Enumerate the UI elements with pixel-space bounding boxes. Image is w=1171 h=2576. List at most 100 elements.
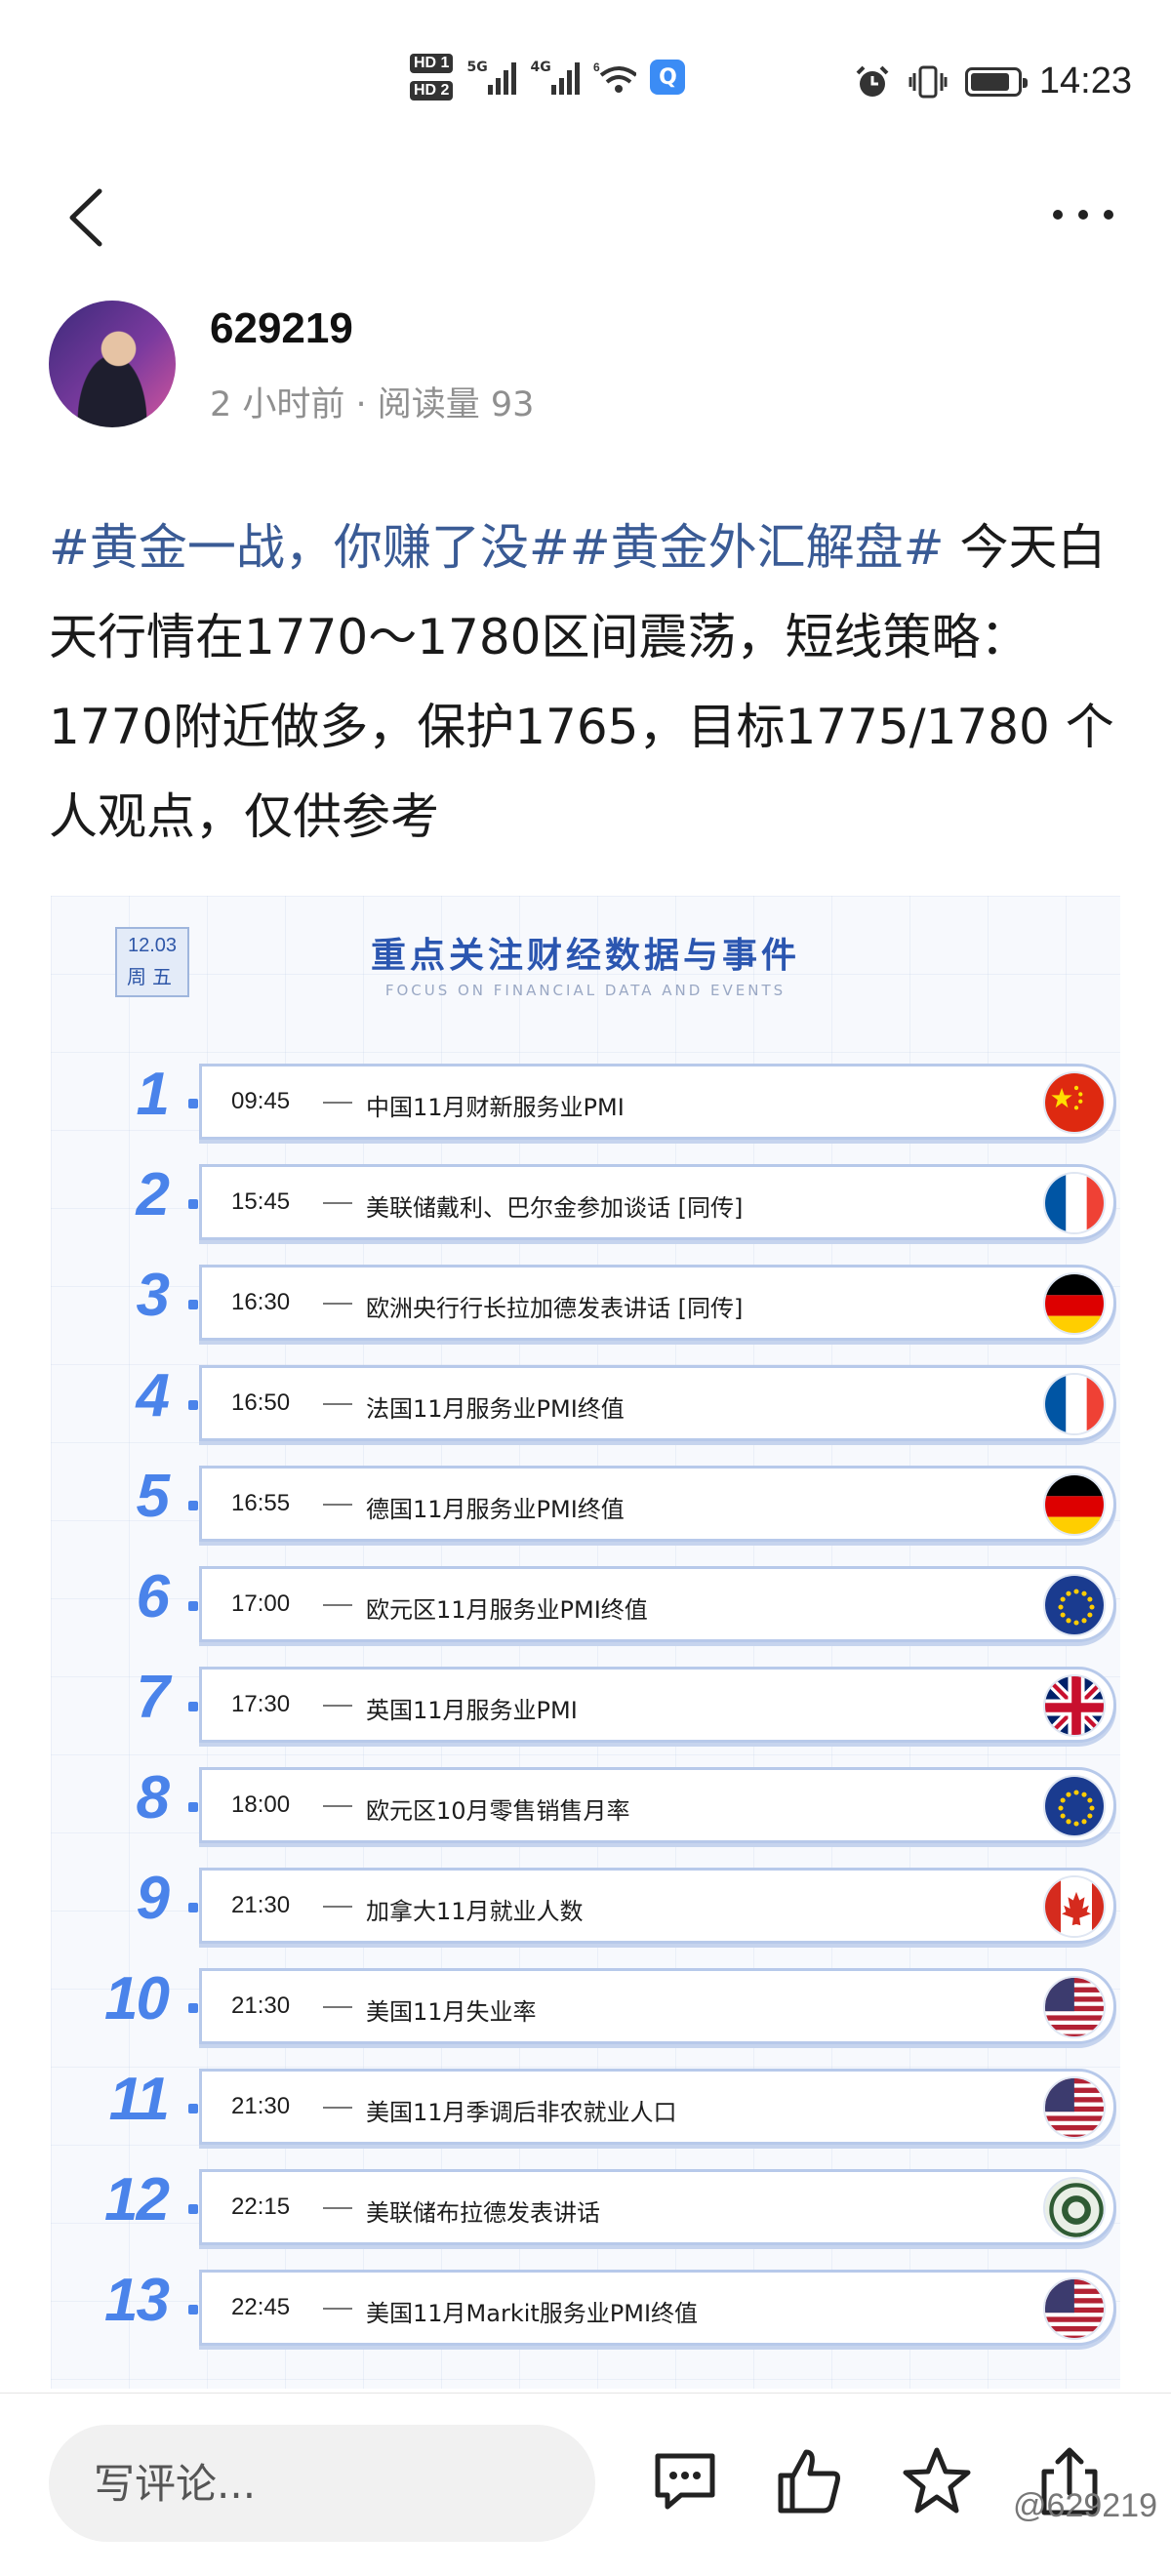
- dot-icon: [1104, 210, 1113, 220]
- event-row: 8 18:00 欧元区10月零售销售月率: [51, 1755, 1120, 1853]
- event-card: 22:45 美国11月Markit服务业PMI终值: [188, 2270, 1116, 2346]
- infographic-subtitle: FOCUS ON FINANCIAL DATA AND EVENTS: [384, 982, 787, 999]
- event-title: 法国11月服务业PMI终值: [366, 1395, 625, 1423]
- post-hashtags[interactable]: #黄金一战，你赚了没##黄金外汇解盘#: [49, 519, 945, 576]
- dash-divider: [323, 2207, 352, 2209]
- status-right-icons: 14:23: [854, 60, 1132, 102]
- comment-icon[interactable]: [646, 2442, 724, 2520]
- event-row: 9 21:30 加拿大11月就业人数: [51, 1856, 1120, 1953]
- battery-icon: [964, 66, 1028, 97]
- infographic-title: 重点关注财经数据与事件: [370, 936, 800, 976]
- event-number: 3: [136, 1262, 170, 1329]
- post-meta: 2 小时前 · 阅读量 93: [210, 385, 535, 424]
- event-card: 21:30 美国11月失业率: [188, 1968, 1116, 2044]
- event-number: 11: [108, 2066, 170, 2133]
- event-time: 22:45: [231, 2294, 291, 2320]
- dash-divider: [323, 2107, 352, 2109]
- dot-icon: [1053, 210, 1063, 220]
- event-number: 13: [104, 2267, 170, 2334]
- dash-divider: [323, 1705, 352, 1707]
- event-number: 1: [136, 1061, 170, 1128]
- event-time: 16:55: [231, 1490, 291, 1516]
- hd1-label: HD 1: [410, 54, 454, 73]
- event-row: 4 16:50 法国11月服务业PMI终值: [51, 1353, 1120, 1451]
- germany-flag-icon: [1043, 1473, 1106, 1536]
- event-row: 2 15:45 美联储戴利、巴尔金参加谈话 [同传]: [51, 1152, 1120, 1250]
- dash-divider: [323, 1303, 352, 1305]
- event-card: 16:30 欧洲央行行长拉加德发表讲话 [同传]: [188, 1265, 1116, 1341]
- event-title: 德国11月服务业PMI终值: [366, 1496, 625, 1523]
- event-time: 17:30: [231, 1691, 291, 1717]
- event-card: 22:15 美联储布拉德发表讲话: [188, 2169, 1116, 2245]
- event-card: 21:30 加拿大11月就业人数: [188, 1868, 1116, 1944]
- dash-divider: [323, 1403, 352, 1405]
- event-number: 9: [136, 1865, 170, 1932]
- author-avatar[interactable]: [49, 301, 176, 427]
- event-title: 美联储布拉德发表讲话: [366, 2199, 600, 2227]
- author-name[interactable]: 629219: [210, 304, 353, 353]
- wifi-badge-label: 6: [593, 60, 600, 74]
- net-type-label: 4G: [530, 60, 551, 75]
- star-icon[interactable]: [898, 2442, 976, 2520]
- fed-seal-icon: [1043, 2177, 1106, 2239]
- event-title: 中国11月财新服务业PMI: [366, 1094, 625, 1121]
- usa-flag-icon: [1043, 2277, 1106, 2340]
- event-time: 21:30: [231, 1892, 291, 1918]
- event-row: 12 22:15 美联储布拉德发表讲话: [51, 2157, 1120, 2255]
- back-button[interactable]: [59, 183, 117, 252]
- vibrate-icon: [909, 65, 948, 98]
- app-notification-icon: Q: [650, 60, 686, 95]
- comment-input[interactable]: [49, 2425, 595, 2542]
- event-time: 21:30: [231, 2093, 291, 2119]
- germany-flag-icon: [1043, 1272, 1106, 1335]
- event-row: 11 21:30 美国11月季调后非农就业人口: [51, 2057, 1120, 2154]
- back-arrow-icon: [69, 188, 102, 247]
- dash-divider: [323, 1202, 352, 1204]
- event-row: 10 21:30 美国11月失业率: [51, 1956, 1120, 2054]
- event-time: 18:00: [231, 1791, 291, 1818]
- china-flag-icon: [1043, 1071, 1106, 1134]
- dash-divider: [323, 1805, 352, 1807]
- event-number: 10: [104, 1965, 170, 2033]
- event-row: 6 17:00 欧元区11月服务业PMI终值: [51, 1554, 1120, 1652]
- event-card: 16:55 德国11月服务业PMI终值: [188, 1466, 1116, 1542]
- event-number: 12: [104, 2166, 170, 2234]
- battery-level: [970, 72, 1009, 91]
- dash-divider: [323, 1604, 352, 1606]
- watermark: @629219: [1013, 2487, 1157, 2524]
- event-time: 16:30: [231, 1289, 291, 1315]
- dash-divider: [323, 2308, 352, 2310]
- status-left-icons: HD 1 HD 2 5G 4G 6 Q: [410, 54, 686, 101]
- event-number: 4: [136, 1362, 170, 1429]
- usa-flag-icon: [1043, 1976, 1106, 2038]
- canada-flag-icon: [1043, 1875, 1106, 1938]
- post-image[interactable]: 12.03 周五 重点关注财经数据与事件 FOCUS ON FINANCIAL …: [51, 896, 1120, 2389]
- net-type-label: 5G: [466, 60, 488, 75]
- event-time: 16:50: [231, 1389, 291, 1416]
- uk-flag-icon: [1043, 1674, 1106, 1737]
- status-time: 14:23: [1038, 60, 1132, 101]
- eu-flag-icon: [1043, 1775, 1106, 1837]
- hd-indicator-icon: HD 1 HD 2: [410, 54, 454, 101]
- event-time: 21:30: [231, 1992, 291, 2019]
- usa-flag-icon: [1043, 2076, 1106, 2139]
- event-number: 5: [136, 1463, 170, 1530]
- event-row: 1 09:45 中国11月财新服务业PMI: [51, 1052, 1120, 1149]
- post-detail-page: HD 1 HD 2 5G 4G 6 Q 14:23 629219 2 小时前 ·…: [0, 0, 1171, 2576]
- status-bar: HD 1 HD 2 5G 4G 6 Q 14:23: [0, 0, 1171, 156]
- eu-flag-icon: [1043, 1574, 1106, 1636]
- more-options-button[interactable]: [1044, 195, 1122, 234]
- dash-divider: [323, 1906, 352, 1908]
- event-row: 5 16:55 德国11月服务业PMI终值: [51, 1454, 1120, 1551]
- event-card: 15:45 美联储戴利、巴尔金参加谈话 [同传]: [188, 1164, 1116, 1240]
- event-card: 18:00 欧元区10月零售销售月率: [188, 1767, 1116, 1843]
- dot-icon: [1078, 210, 1088, 220]
- event-title: 欧洲央行行长拉加德发表讲话 [同传]: [366, 1295, 744, 1322]
- event-time: 15:45: [231, 1188, 291, 1215]
- like-icon[interactable]: [771, 2442, 849, 2520]
- event-card: 09:45 中国11月财新服务业PMI: [188, 1064, 1116, 1140]
- event-card: 21:30 美国11月季调后非农就业人口: [188, 2069, 1116, 2145]
- event-time: 09:45: [231, 1088, 291, 1114]
- event-card: 16:50 法国11月服务业PMI终值: [188, 1365, 1116, 1441]
- event-time: 22:15: [231, 2194, 291, 2220]
